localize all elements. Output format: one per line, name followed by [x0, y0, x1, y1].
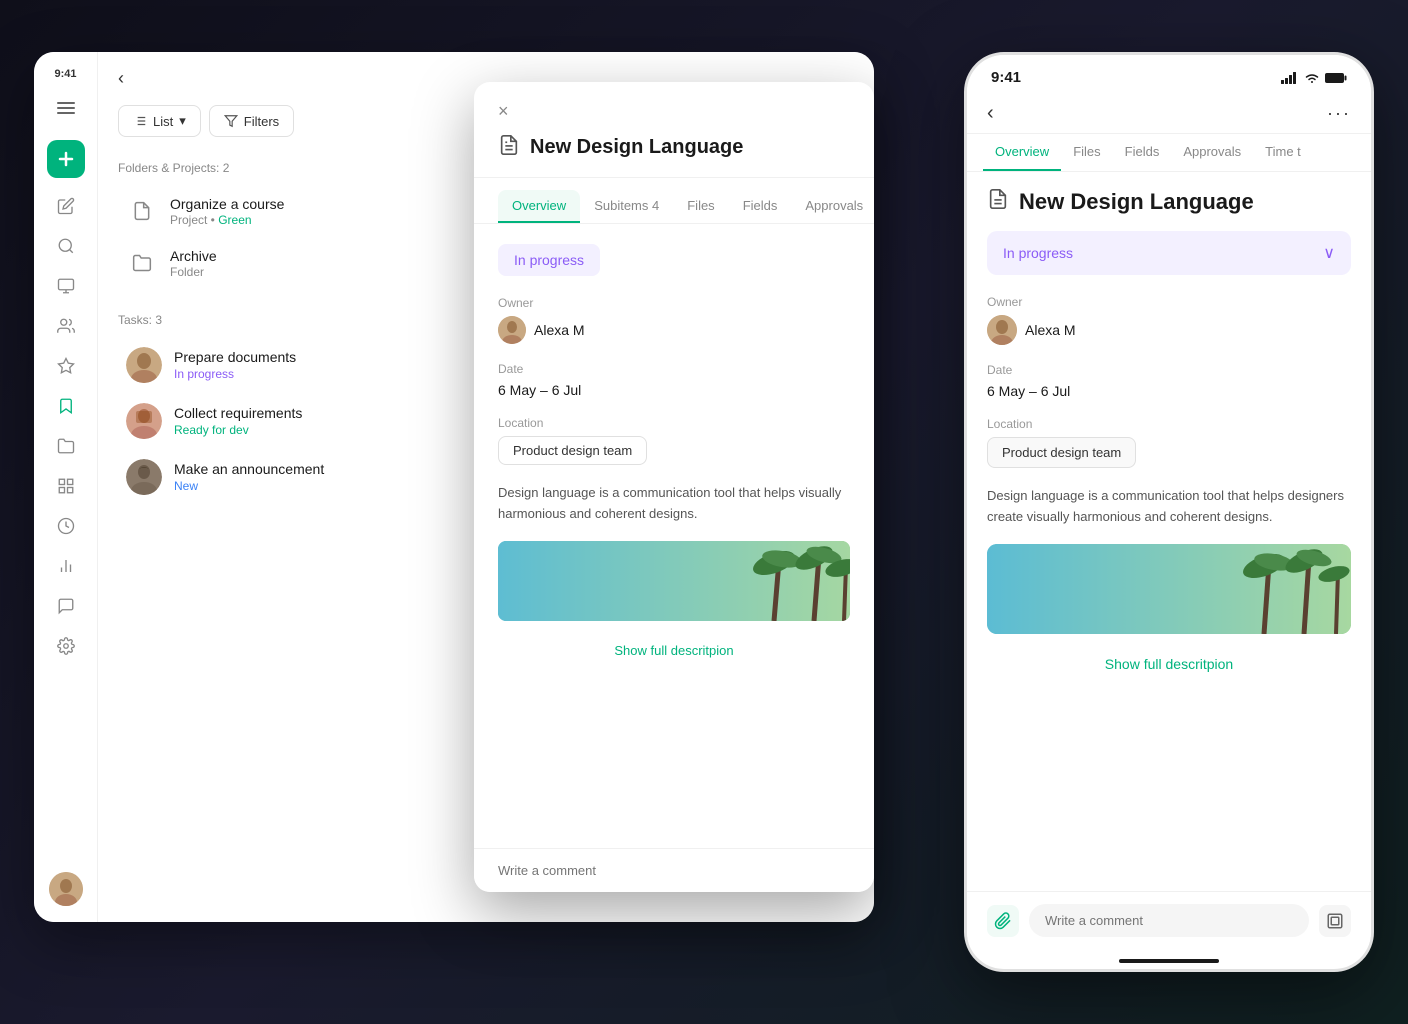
- modal-image-preview: [498, 541, 850, 621]
- back-button[interactable]: ‹: [118, 68, 124, 89]
- location-value: Product design team: [498, 436, 647, 465]
- tab-files[interactable]: Files: [673, 190, 728, 223]
- modal-header: × New Design Language: [474, 82, 874, 178]
- mobile-location-value: Product design team: [987, 437, 1136, 468]
- mobile-tabs: Overview Files Fields Approvals Time t: [967, 134, 1371, 172]
- modal-panel: × New Design Language Overview Subitems …: [474, 82, 874, 892]
- user-avatar[interactable]: [49, 872, 83, 906]
- sidebar: 9:41: [34, 52, 98, 922]
- list-view-button[interactable]: List ▾: [118, 105, 201, 137]
- wifi-icon: [1304, 72, 1320, 84]
- show-full-description-link[interactable]: Show full descritpion: [498, 635, 850, 666]
- location-label: Location: [498, 416, 850, 430]
- task-avatar-1: [126, 347, 162, 383]
- mobile-title: New Design Language: [1019, 189, 1254, 215]
- add-button[interactable]: [47, 140, 85, 178]
- mobile-attach-icon[interactable]: [987, 905, 1019, 937]
- message-icon[interactable]: [50, 590, 82, 622]
- mobile-status-icons: [1281, 72, 1347, 84]
- users-icon[interactable]: [50, 310, 82, 342]
- mobile-tab-overview[interactable]: Overview: [983, 134, 1061, 171]
- mobile-tab-files[interactable]: Files: [1061, 134, 1112, 171]
- mobile-comment-input[interactable]: [1029, 904, 1309, 937]
- settings-icon[interactable]: [50, 630, 82, 662]
- sidebar-time: 9:41: [54, 68, 76, 80]
- monitor-icon[interactable]: [50, 270, 82, 302]
- modal-description: Design language is a communication tool …: [498, 483, 850, 525]
- modal-status-pill: In progress: [498, 244, 600, 276]
- comment-input[interactable]: [498, 863, 850, 878]
- modal-close-button[interactable]: ×: [498, 102, 509, 120]
- mobile-owner-name: Alexa M: [1025, 322, 1076, 338]
- date-label: Date: [498, 362, 850, 376]
- mobile-chevron-icon: ∨: [1323, 243, 1335, 263]
- mobile-body: New Design Language In progress ∨ Owner: [967, 172, 1371, 886]
- menu-icon[interactable]: [50, 92, 82, 124]
- mobile-status-bar: 9:41: [967, 55, 1371, 94]
- chart-icon[interactable]: [50, 550, 82, 582]
- folder-icon[interactable]: [50, 430, 82, 462]
- location-field: Location Product design team: [498, 416, 850, 465]
- mobile-comment-bar: [967, 891, 1371, 949]
- comment-input-row: [474, 848, 874, 892]
- mobile-capture-icon[interactable]: [1319, 905, 1351, 937]
- owner-label: Owner: [498, 296, 850, 310]
- mobile-description: Design language is a communication tool …: [987, 486, 1351, 528]
- tab-approvals[interactable]: Approvals: [791, 190, 874, 223]
- modal-title: New Design Language: [530, 136, 743, 159]
- mobile-owner-field: Owner Alexa M: [987, 295, 1351, 345]
- mobile-owner-avatar: [987, 315, 1017, 345]
- grid-icon[interactable]: [50, 470, 82, 502]
- folder-item-icon: [126, 247, 158, 279]
- mobile-show-full-link[interactable]: Show full descritpion: [987, 648, 1351, 688]
- modal-title-icon: [498, 134, 520, 161]
- tab-fields[interactable]: Fields: [729, 190, 792, 223]
- owner-name: Alexa M: [534, 322, 585, 338]
- modal-body: In progress Owner Alexa M Date 6: [474, 224, 874, 892]
- mobile-more-button[interactable]: ···: [1327, 103, 1351, 124]
- mobile-panel: 9:41: [964, 52, 1374, 972]
- clock-icon[interactable]: [50, 510, 82, 542]
- date-value: 6 May – 6 Jul: [498, 382, 850, 398]
- bookmark-icon[interactable]: [50, 390, 82, 422]
- mobile-time: 9:41: [991, 69, 1021, 86]
- mobile-date-value: 6 May – 6 Jul: [987, 383, 1351, 399]
- mobile-date-label: Date: [987, 363, 1351, 377]
- mobile-tab-time[interactable]: Time t: [1253, 134, 1313, 171]
- mobile-location-label: Location: [987, 417, 1351, 431]
- date-field: Date 6 May – 6 Jul: [498, 362, 850, 398]
- mobile-tab-approvals[interactable]: Approvals: [1171, 134, 1253, 171]
- mobile-tab-fields[interactable]: Fields: [1113, 134, 1172, 171]
- mobile-date-field: Date 6 May – 6 Jul: [987, 363, 1351, 399]
- filters-button[interactable]: Filters: [209, 105, 294, 137]
- mobile-status-text: In progress: [1003, 245, 1073, 261]
- mobile-title-icon: [987, 188, 1009, 215]
- tab-overview[interactable]: Overview: [498, 190, 580, 223]
- mobile-owner-label: Owner: [987, 295, 1351, 309]
- star-icon[interactable]: [50, 350, 82, 382]
- owner-field: Owner Alexa M: [498, 296, 850, 344]
- signal-icon: [1281, 72, 1299, 84]
- owner-avatar: [498, 316, 526, 344]
- document-icon: [126, 195, 158, 227]
- modal-tabs: Overview Subitems 4 Files Fields Approva…: [474, 178, 874, 224]
- mobile-status-dropdown[interactable]: In progress ∨: [987, 231, 1351, 275]
- task-avatar-2: [126, 403, 162, 439]
- edit-icon[interactable]: [50, 190, 82, 222]
- mobile-image-preview: [987, 544, 1351, 634]
- battery-icon: [1325, 72, 1347, 84]
- task-avatar-3: [126, 459, 162, 495]
- mobile-location-field: Location Product design team: [987, 417, 1351, 468]
- mobile-nav-bar: ‹ ···: [967, 94, 1371, 134]
- mobile-home-indicator: [1119, 959, 1219, 963]
- search-icon[interactable]: [50, 230, 82, 262]
- mobile-back-button[interactable]: ‹: [987, 102, 994, 125]
- tab-subitems[interactable]: Subitems 4: [580, 190, 673, 223]
